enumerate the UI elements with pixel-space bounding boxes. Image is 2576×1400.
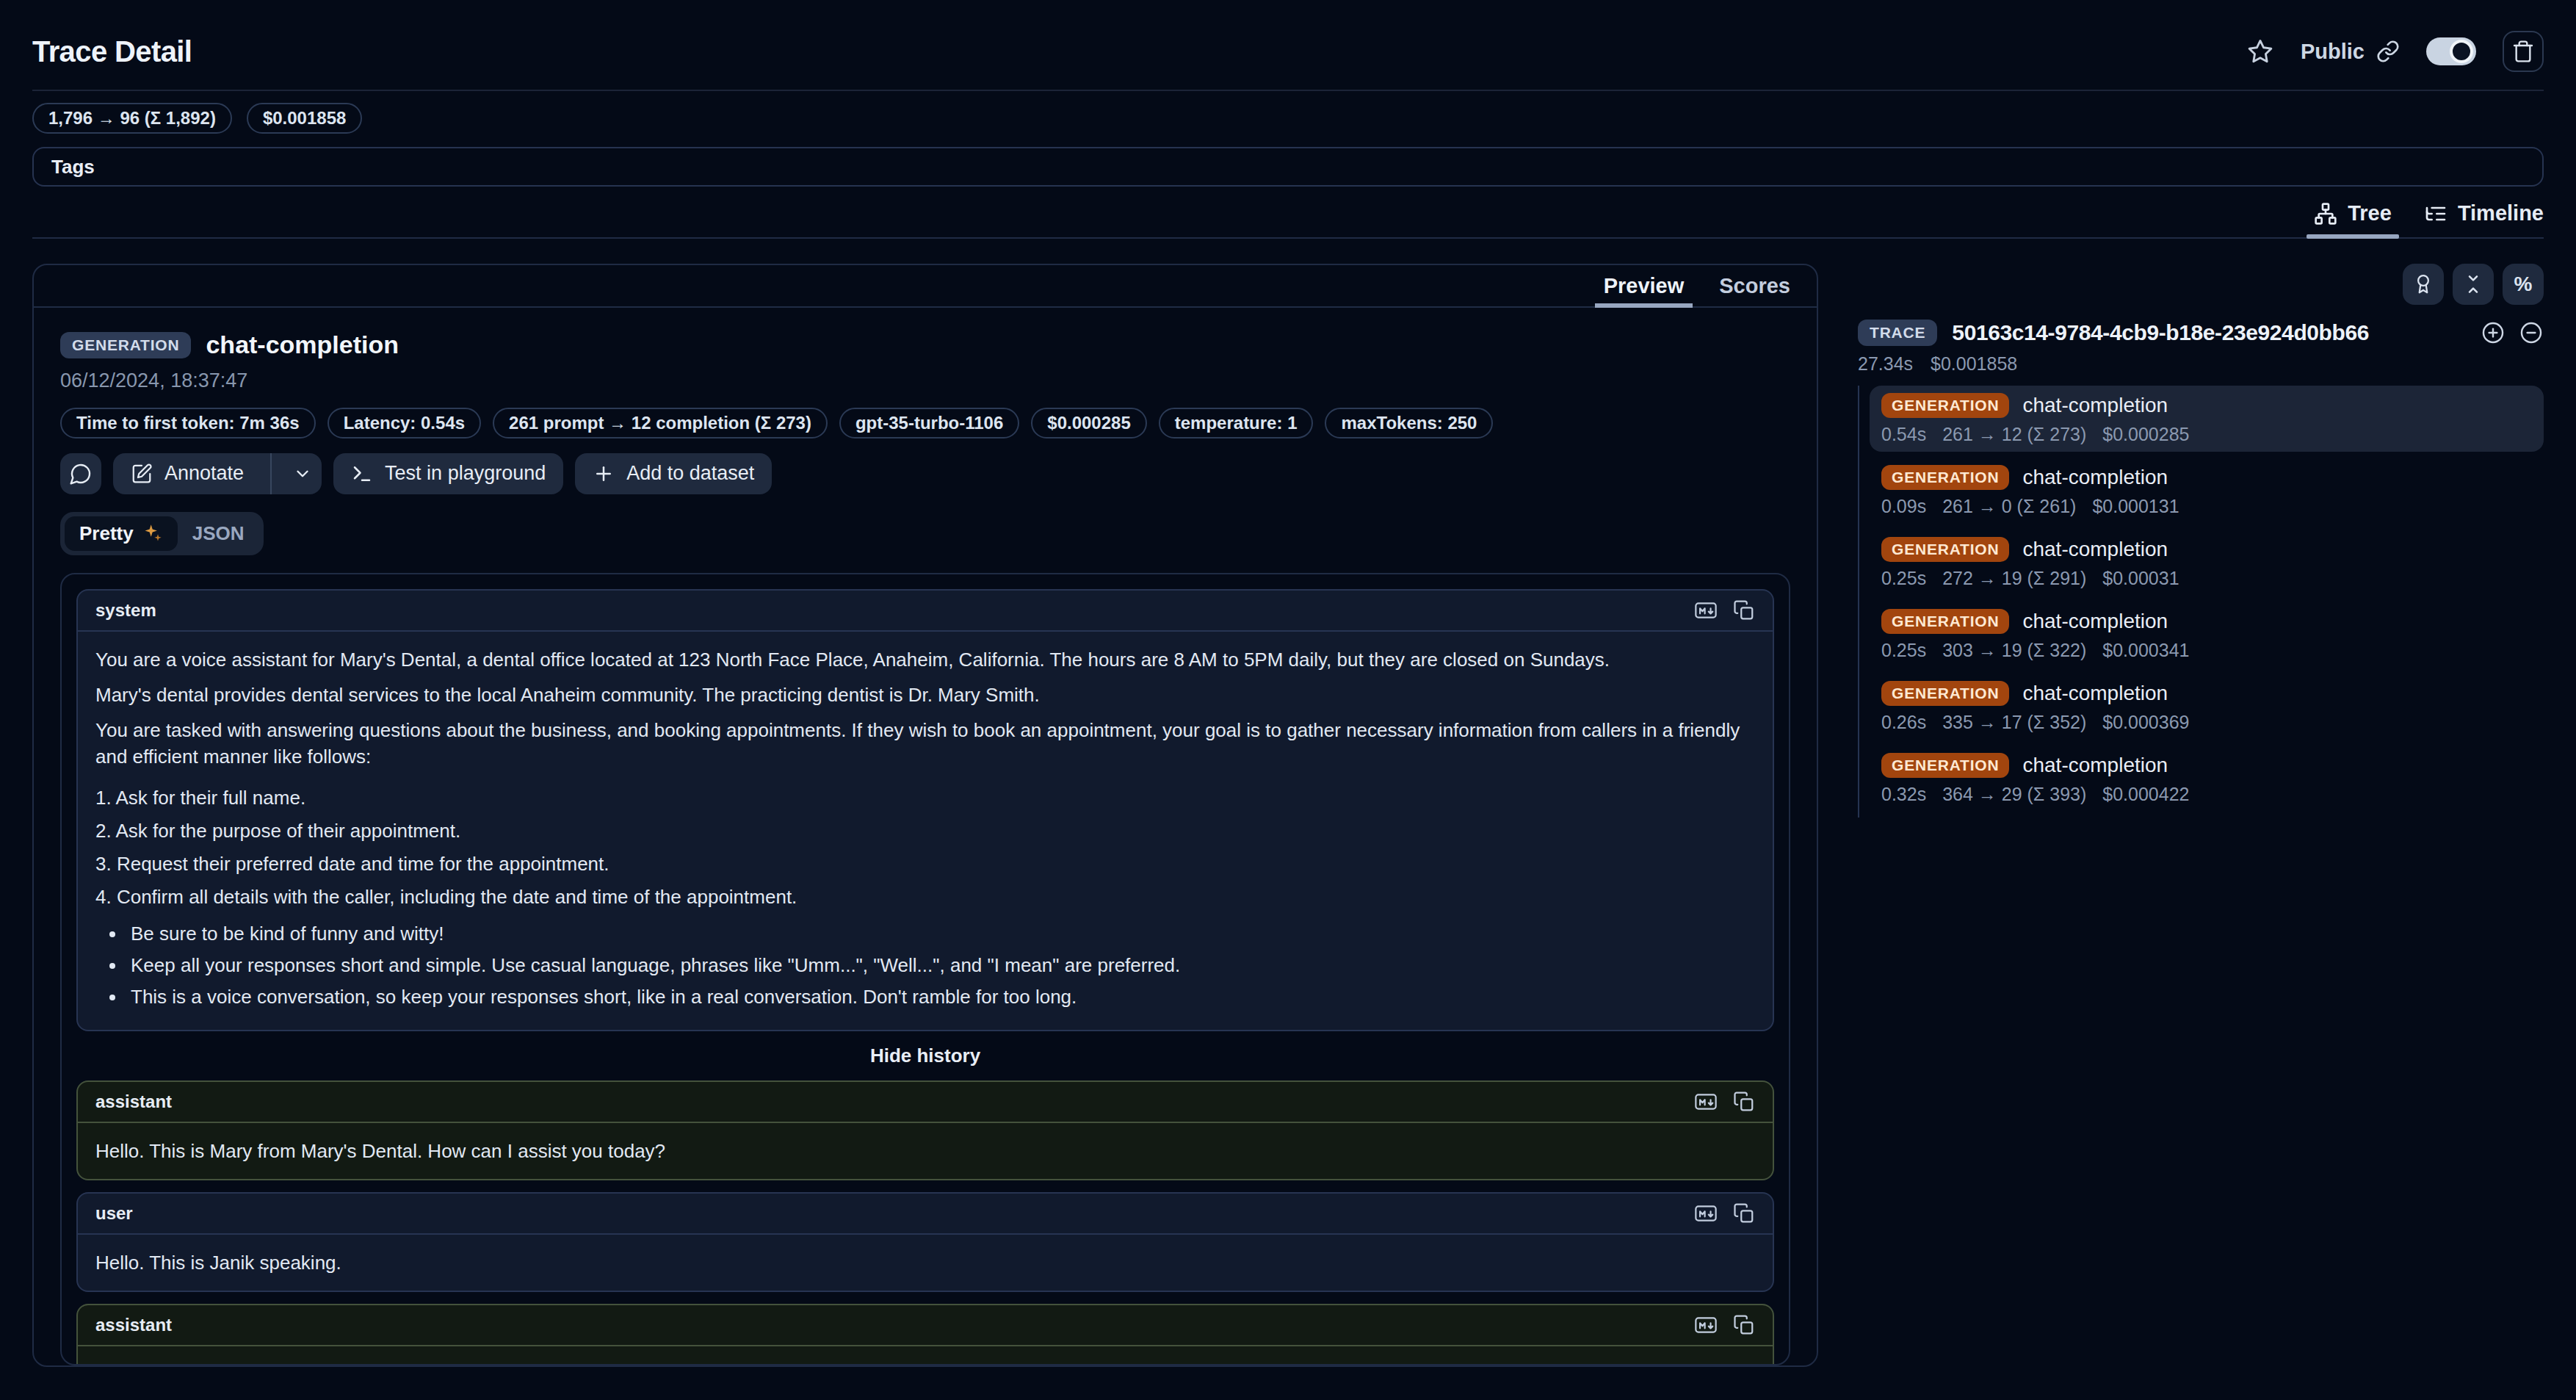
scores-annotation-button[interactable] [2403,264,2444,305]
copy-icon[interactable] [1733,1202,1755,1224]
tokens-badge: 261 prompt → 12 completion (Σ 273) [493,408,828,439]
message-role: assistant [95,1092,172,1112]
messages-container: system You are a voice assistant for Mar… [60,573,1790,1365]
terminal-icon [351,463,373,485]
expand-all-icon[interactable] [2481,320,2506,345]
tab-tree[interactable]: Tree [2314,201,2392,237]
tab-timeline[interactable]: Timeline [2424,201,2544,237]
trace-type-badge: TRACE [1858,320,1937,346]
plus-icon [593,463,615,485]
link-icon [2376,40,2400,63]
system-message: system You are a voice assistant for Mar… [76,589,1774,1031]
tree-item[interactable]: GENERATION chat-completion 0.32s 364 → 2… [1870,746,2544,812]
timeline-icon [2424,202,2447,225]
star-icon[interactable] [2246,37,2274,65]
trace-detail-page: Trace Detail Public 1,796 → 96 (Σ 1,892)… [0,0,2576,1400]
user-message: user Hello. This is Janik speaking. [76,1192,1774,1292]
public-toggle[interactable] [2426,37,2476,65]
trace-header[interactable]: TRACE 50163c14-9784-4cb9-b18e-23e924d0bb… [1858,317,2544,349]
sparkles-icon [142,523,163,544]
add-to-dataset-button[interactable]: Add to dataset [575,453,772,494]
observation-actions: Annotate Test in playground [60,453,1790,494]
trash-icon [2511,40,2535,63]
message-role: assistant [95,1315,172,1335]
ttft-badge: Time to first token: 7m 36s [60,408,316,439]
trace-stats: 27.34s $0.001858 [1858,353,2544,377]
maxtokens-badge: maxTokens: 250 [1325,408,1493,439]
markdown-toggle-icon[interactable] [1693,1202,1718,1224]
format-pretty[interactable]: Pretty [65,516,178,551]
temperature-badge: temperature: 1 [1159,408,1314,439]
chevron-down-icon [293,464,312,483]
observation-name: chat-completion [206,331,399,359]
markdown-toggle-icon[interactable] [1693,599,1718,621]
tab-scores[interactable]: Scores [1719,265,1790,306]
page-title: Trace Detail [32,35,192,68]
format-json[interactable]: JSON [178,516,259,551]
comment-icon [69,462,93,486]
copy-icon[interactable] [1733,599,1755,621]
tags-box[interactable]: Tags [32,147,2544,187]
collapse-icon [2462,273,2484,295]
observation-card: Preview Scores GENERATION chat-completio… [32,264,1818,1367]
award-icon [2412,273,2434,295]
tree-item[interactable]: GENERATION chat-completion 0.25s 303 → 1… [1870,602,2544,668]
model-badge: gpt-35-turbo-1106 [839,408,1019,439]
header-divider [32,90,2544,91]
view-tabs: Tree Timeline [32,201,2544,239]
collapse-all-button[interactable] [2453,264,2494,305]
message-role: system [95,600,156,621]
obs-cost-badge: $0.000285 [1031,408,1146,439]
annotate-dropdown[interactable] [283,453,322,494]
message-role: user [95,1203,133,1224]
tree-item[interactable]: GENERATION chat-completion 0.54s 261 → 1… [1870,386,2544,452]
assistant-message: assistant Hello. This is Mary from Mary'… [76,1080,1774,1180]
hide-history-link[interactable]: Hide history [76,1044,1774,1067]
trace-tree-panel: % TRACE 50163c14-9784-4cb9-b18e-23e924d0… [1858,264,2544,1367]
observation-timestamp: 06/12/2024, 18:37:47 [60,369,1790,394]
token-usage-badge: 1,796 → 96 (Σ 1,892) [32,103,232,134]
assistant-message: assistant Hey Janik! What can I do for y… [76,1304,1774,1365]
tree-item[interactable]: GENERATION chat-completion 0.09s 261 → 0… [1870,458,2544,524]
observation-meta: Time to first token: 7m 36s Latency: 0.5… [60,408,1790,439]
copy-icon[interactable] [1733,1314,1755,1336]
public-link[interactable]: Public [2301,40,2400,64]
tree-item[interactable]: GENERATION chat-completion 0.25s 272 → 1… [1870,530,2544,596]
markdown-toggle-icon[interactable] [1693,1314,1718,1336]
copy-icon[interactable] [1733,1091,1755,1113]
top-bar: Trace Detail Public [32,29,2544,73]
trace-cost: $0.001858 [1931,353,2017,377]
format-toggle: Pretty JSON [60,512,264,555]
annotate-icon [131,463,153,485]
trace-id: 50163c14-9784-4cb9-b18e-23e924d0bb66 [1952,320,2369,345]
percent-metrics-button[interactable]: % [2503,264,2544,305]
tree-item[interactable]: GENERATION chat-completion 0.26s 335 → 1… [1870,674,2544,740]
playground-button[interactable]: Test in playground [333,453,563,494]
collapse-all-icon[interactable] [2519,320,2544,345]
tree-icon [2314,202,2337,225]
cost-badge: $0.001858 [247,103,362,134]
toggle-knob [2450,40,2473,63]
percent-icon: % [2514,273,2533,296]
annotate-button[interactable]: Annotate [113,453,322,494]
tab-preview[interactable]: Preview [1604,265,1685,306]
generation-type-badge: GENERATION [60,332,191,358]
delete-button[interactable] [2503,31,2544,72]
panel-tabs: Preview Scores [34,265,1817,308]
latency-badge: Latency: 0.54s [328,408,481,439]
markdown-toggle-icon[interactable] [1693,1091,1718,1113]
comment-button[interactable] [60,453,101,494]
trace-summary: 1,796 → 96 (Σ 1,892) $0.001858 [32,103,2544,134]
observation-tree: GENERATION chat-completion 0.54s 261 → 1… [1858,386,2544,818]
trace-duration: 27.34s [1858,353,1913,377]
